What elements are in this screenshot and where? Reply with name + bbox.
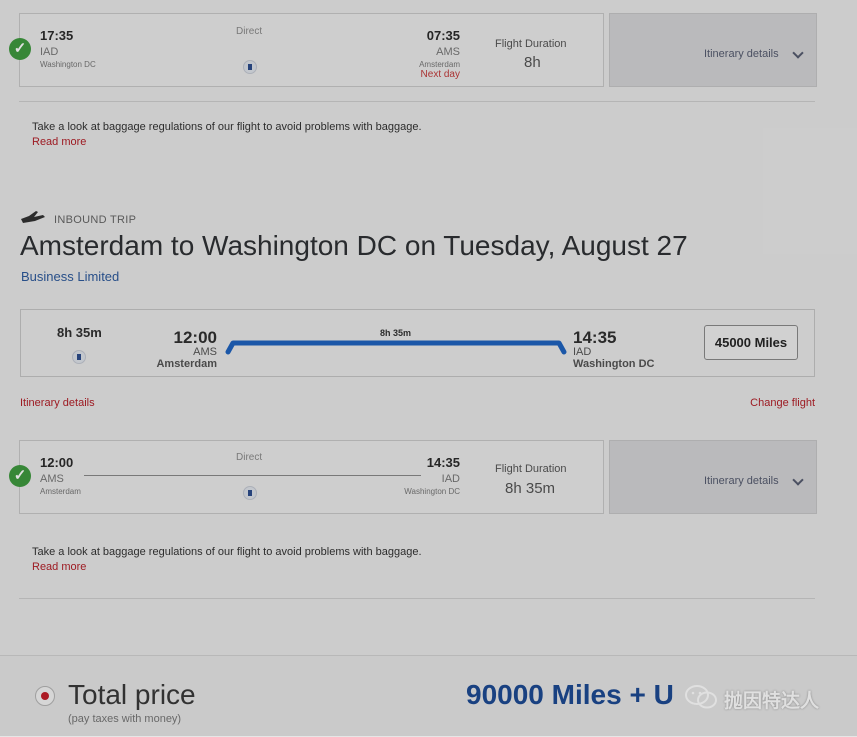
outbound-duration-label: Flight Duration (495, 38, 567, 50)
outbound-itinerary-details-button[interactable]: Itinerary details (609, 13, 817, 87)
itinerary-details-label: Itinerary details (704, 475, 779, 487)
summary-arrive-time: 14:35 (573, 328, 617, 347)
outbound-next-day: Next day (420, 69, 460, 80)
inbound-stop-label: Direct (236, 452, 263, 463)
read-more-link[interactable]: Read more (32, 136, 86, 148)
change-flight-link[interactable]: Change flight (750, 397, 815, 409)
baggage-note: Take a look at baggage regulations of ou… (32, 546, 422, 558)
inbound-depart-code: AMS (40, 473, 64, 485)
divider (19, 101, 815, 102)
inbound-depart-city: Amsterdam (40, 487, 81, 496)
total-price-value: 90000 Miles + U (466, 679, 674, 710)
outbound-depart-time: 17:35 (40, 28, 74, 43)
price-option-radio[interactable] (35, 686, 55, 706)
airline-logo-icon (243, 60, 257, 74)
outbound-segment-card (19, 13, 604, 87)
chevron-down-icon (792, 47, 804, 59)
outbound-depart-city: Washington DC (40, 60, 96, 69)
summary-arrive-code: IAD (573, 346, 592, 358)
outbound-stop-label: Direct (236, 26, 263, 37)
read-more-link[interactable]: Read more (32, 561, 86, 573)
inbound-arrive-city: Washington DC (404, 487, 460, 496)
summary-depart-city: Amsterdam (156, 358, 217, 370)
summary-depart-code: AMS (193, 346, 217, 358)
baggage-note: Take a look at baggage regulations of ou… (32, 121, 422, 133)
outbound-depart-code: IAD (40, 46, 59, 58)
inbound-segment-card (19, 440, 604, 514)
outbound-arrive-time: 07:35 (426, 28, 460, 43)
chevron-down-icon (792, 474, 804, 486)
total-price-subtitle: (pay taxes with money) (68, 713, 182, 725)
divider (19, 598, 815, 599)
inbound-duration-value: 8h 35m (505, 480, 556, 497)
outbound-arrive-code: AMS (436, 46, 460, 58)
airline-logo-icon (243, 486, 257, 500)
route-title: Amsterdam to Washington DC on Tuesday, A… (20, 230, 688, 261)
cabin-class: Business Limited (21, 269, 120, 284)
inbound-arrive-code: IAD (441, 473, 460, 485)
total-price-label: Total price (68, 679, 196, 710)
inbound-duration-label: Flight Duration (495, 463, 567, 475)
confirmed-check-icon: ✓ (9, 38, 31, 60)
miles-price-button[interactable]: 45000 Miles (704, 325, 798, 360)
itinerary-details-link[interactable]: Itinerary details (20, 397, 95, 409)
watermark-text: 抛因特达人 (724, 691, 820, 712)
route-line (84, 475, 421, 476)
outbound-arrive-city: Amsterdam (419, 60, 460, 69)
confirmed-check-icon: ✓ (9, 465, 31, 487)
inbound-trip-label: INBOUND TRIP (54, 214, 137, 226)
summary-depart-time: 12:00 (173, 328, 217, 347)
airline-logo-icon (72, 350, 86, 364)
wechat-icon (685, 685, 717, 709)
outbound-duration-value: 8h (524, 54, 541, 71)
inbound-arrive-time: 14:35 (426, 455, 460, 470)
itinerary-details-label: Itinerary details (704, 48, 779, 60)
inbound-itinerary-details-button[interactable]: Itinerary details (609, 440, 817, 514)
plane-landing-icon (21, 211, 45, 223)
route-bar (225, 340, 567, 355)
inbound-depart-time: 12:00 (40, 455, 74, 470)
route-bar-duration: 8h 35m (380, 328, 412, 338)
summary-arrive-city: Washington DC (573, 358, 655, 370)
summary-duration: 8h 35m (57, 325, 102, 340)
